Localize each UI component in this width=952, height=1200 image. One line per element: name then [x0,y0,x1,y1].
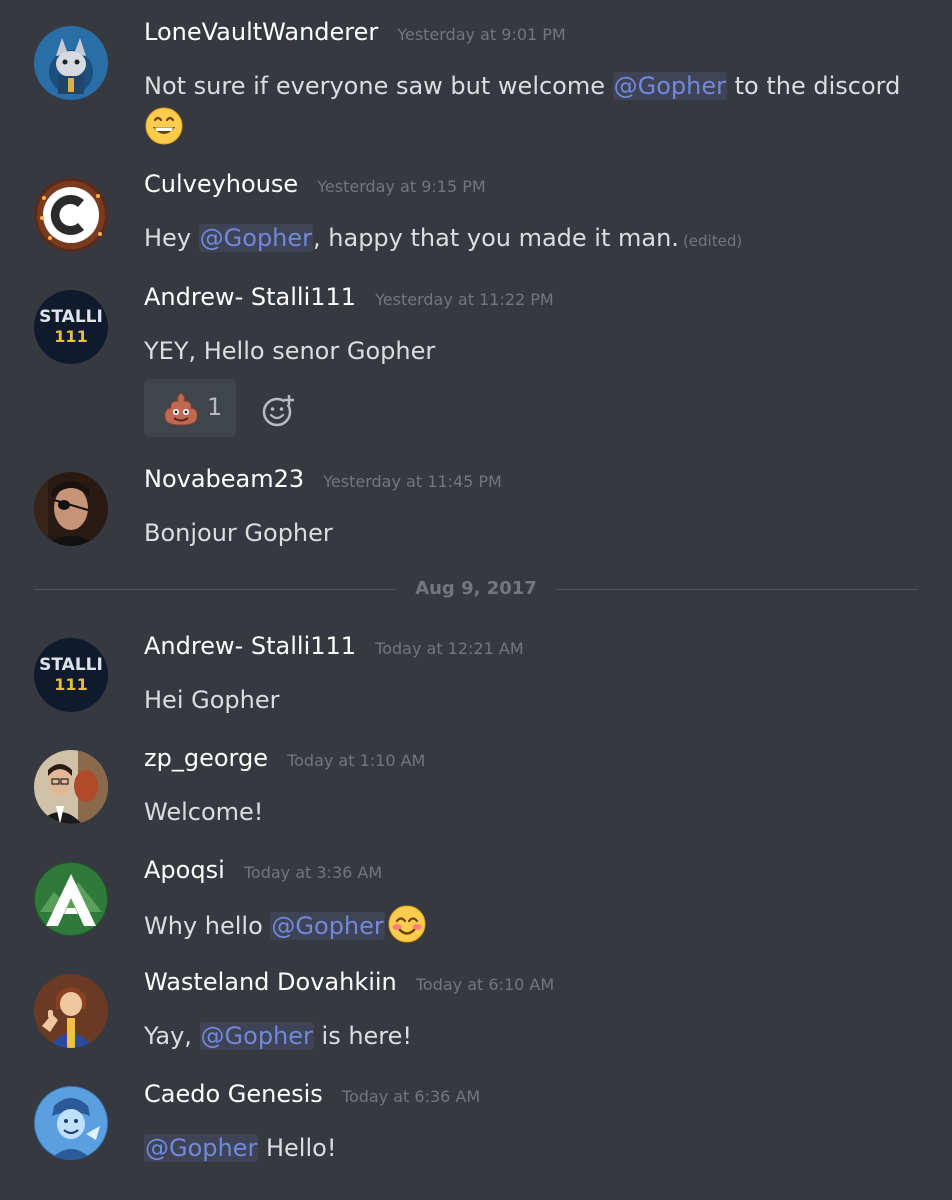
grinning-emoji [144,106,184,146]
message-content: YEY, Hello senor Gopher [144,331,924,371]
avatar[interactable] [34,1086,108,1160]
timestamp: Yesterday at 9:01 PM [397,25,566,44]
reaction-count: 1 [207,393,223,421]
avatar[interactable]: STALLI 111 [34,638,108,712]
timestamp: Yesterday at 9:15 PM [317,177,486,196]
user-mention[interactable]: @Gopher [198,224,314,252]
avatar[interactable] [34,472,108,546]
avatar-image [34,178,108,252]
username[interactable]: Apoqsi [144,856,225,884]
timestamp: Today at 3:36 AM [243,863,383,882]
avatar-image [34,472,108,546]
message-content: Why hello @Gopher [144,904,924,946]
username[interactable]: Culveyhouse [144,170,298,198]
add-reaction-icon[interactable] [260,393,296,429]
timestamp: Today at 6:36 AM [341,1087,481,1106]
username[interactable]: Caedo Genesis [144,1080,323,1108]
date-divider: Aug 9, 2017 [34,576,918,604]
user-mention[interactable]: @Gopher [144,1134,259,1162]
avatar-image [34,26,108,100]
username[interactable]: LoneVaultWanderer [144,18,378,46]
message-text: Hei Gopher [144,686,280,714]
message-text: YEY, Hello senor Gopher [144,337,436,365]
avatar[interactable] [34,178,108,252]
username[interactable]: Andrew- Stalli111 [144,632,356,660]
reaction-button[interactable]: 1 [144,379,236,437]
username[interactable]: zp_george [144,744,268,772]
avatar-text: 111 [54,327,87,346]
message-content: Bonjour Gopher [144,513,924,553]
message-text: Hey [144,224,199,252]
user-mention[interactable]: @Gopher [612,72,727,100]
timestamp: Today at 1:10 AM [287,751,426,770]
divider-line [34,589,396,590]
avatar-image [34,974,108,1048]
chat-messages: LoneVaultWanderer Yesterday at 9:01 PM N… [0,0,952,1200]
timestamp: Today at 6:10 AM [415,975,555,994]
message-content: Yay, @Gopher is here! [144,1016,924,1056]
blush-emoji [387,904,427,944]
username[interactable]: Novabeam23 [144,465,304,493]
avatar[interactable] [34,974,108,1048]
poop-emoji [164,392,198,426]
message-content: @Gopher Hello! [144,1128,924,1168]
message-content: Hei Gopher [144,680,924,720]
avatar-image: STALLI 111 [34,638,108,712]
message-text: to the discord [727,72,901,100]
timestamp: Yesterday at 11:22 PM [375,290,554,309]
avatar[interactable]: STALLI 111 [34,290,108,364]
avatar[interactable] [34,862,108,936]
avatar-text: STALLI [39,307,103,327]
timestamp: Today at 12:21 AM [375,639,524,658]
edited-label: (edited) [682,232,743,250]
message-text: , happy that you made it man. [313,224,679,252]
avatar[interactable] [34,750,108,824]
avatar-image: STALLI 111 [34,290,108,364]
message-text: Why hello [144,912,271,940]
message-text: Welcome! [144,798,264,826]
avatar-image [34,862,108,936]
message-text: Not sure if everyone saw but welcome [144,72,613,100]
divider-line [556,589,918,590]
username[interactable]: Wasteland Dovahkiin [144,968,397,996]
avatar-text: STALLI [39,655,103,675]
message-text: Hello! [258,1134,337,1162]
message-content: Welcome! [144,792,924,832]
avatar-text: 111 [54,675,87,694]
avatar[interactable] [34,26,108,100]
user-mention[interactable]: @Gopher [270,912,385,940]
message-content: Not sure if everyone saw but welcome @Go… [144,66,924,148]
avatar-image [34,1086,108,1160]
user-mention[interactable]: @Gopher [199,1022,314,1050]
divider-date: Aug 9, 2017 [415,578,537,599]
message-text: is here! [313,1022,413,1050]
avatar-image [34,750,108,824]
message-text: Yay, [144,1022,200,1050]
timestamp: Yesterday at 11:45 PM [323,472,502,491]
username[interactable]: Andrew- Stalli111 [144,283,356,311]
message-text: Bonjour Gopher [144,519,333,547]
message-content: Hey @Gopher, happy that you made it man.… [144,218,924,261]
